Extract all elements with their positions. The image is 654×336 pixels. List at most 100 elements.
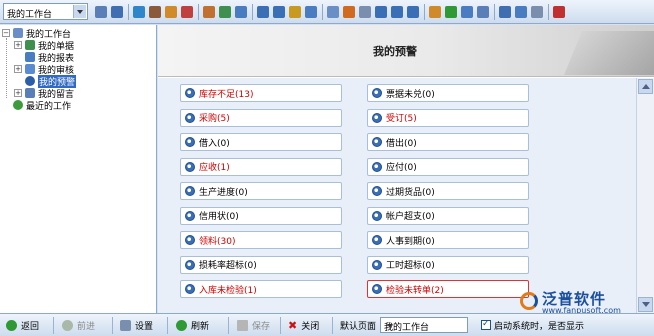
refresh-button[interactable]: 刷新 <box>176 318 209 333</box>
alert-label: 领料(30) <box>199 236 236 247</box>
main-panel: 我的预警 库存不足(13) 票据未兑(0) 采购(5) 受订(5) 借入(0) 借出(0)… <box>158 25 654 313</box>
refresh-icon <box>176 320 187 331</box>
tree-item-alerts[interactable]: 我的预警 <box>25 74 77 88</box>
alert-label: 库存不足(13) <box>199 89 254 100</box>
alert-grid: 库存不足(13) 票据未兑(0) 采购(5) 受订(5) 借入(0) 借出(0) 应收(1)… <box>158 78 636 313</box>
settings-icon <box>120 320 131 331</box>
tree-item-documents[interactable]: + 我的单据 <box>14 39 74 52</box>
tree-item-messages[interactable]: + 我的留言 <box>14 87 74 100</box>
alert-card[interactable]: 应付(0) <box>367 157 529 176</box>
workspace-select-value: 我的工作台 <box>7 10 53 20</box>
exit-icon[interactable] <box>553 6 565 18</box>
separator <box>280 317 281 334</box>
alert-card[interactable]: 应收(1) <box>180 157 342 176</box>
forward-label: 前进 <box>77 322 96 332</box>
page-banner: 我的预警 <box>158 25 654 77</box>
alert-card[interactable]: 入库未检验(1) <box>180 280 342 298</box>
alert-card[interactable]: 人事到期(0) <box>367 231 529 249</box>
alert-card[interactable]: 采购(5) <box>180 108 342 127</box>
tree-root[interactable]: − 我的工作台 <box>2 27 71 40</box>
help-icon[interactable] <box>273 6 285 18</box>
alert-label: 检验未转单(2) <box>386 285 444 296</box>
flag-icon[interactable] <box>181 6 193 18</box>
alert-card[interactable]: 过期货品(0) <box>367 182 529 200</box>
bottom-toolbar: 返回 前进 设置 刷新 保存 ✖ 关闭 默认页面 我的工作台 启动系统时，是否显… <box>0 313 654 336</box>
alert-label: 信用状(0) <box>199 212 239 222</box>
startup-checkbox[interactable] <box>481 319 491 330</box>
image-icon[interactable] <box>219 6 231 18</box>
collapse-icon[interactable]: − <box>2 29 10 37</box>
alert-card[interactable]: 借入(0) <box>180 133 342 151</box>
settings-button[interactable]: 设置 <box>120 318 153 333</box>
gift-icon[interactable] <box>203 6 215 18</box>
scroll-up-icon[interactable] <box>638 79 653 94</box>
alert-card[interactable]: 领料(30) <box>180 231 342 249</box>
tile-icon[interactable] <box>515 6 527 18</box>
alert-card[interactable]: 帐户超支(0) <box>367 206 529 225</box>
alert-card[interactable]: 信用状(0) <box>180 206 342 225</box>
chart-icon[interactable] <box>445 6 457 18</box>
tree-line <box>6 38 7 98</box>
check-icon[interactable] <box>407 6 419 18</box>
keyboard-image <box>564 31 654 75</box>
alarm-clock-icon <box>185 186 195 196</box>
forward-arrow-icon <box>62 320 73 331</box>
arrow-icon[interactable] <box>235 6 247 18</box>
alarm-clock-icon <box>372 284 382 294</box>
tree-item-reports[interactable]: 我的报表 <box>25 51 74 64</box>
new-icon[interactable] <box>95 6 107 18</box>
refresh-icon[interactable] <box>133 6 145 18</box>
alarm-clock-icon <box>185 112 195 123</box>
tree-item-recent[interactable]: 最近的工作 <box>2 99 71 112</box>
report-icon[interactable] <box>343 6 355 18</box>
alarm-clock-icon <box>372 186 382 196</box>
workspace-select[interactable]: 我的工作台 <box>3 3 88 20</box>
doc-icon[interactable] <box>359 6 371 18</box>
alert-card[interactable]: 受订(5) <box>367 108 529 127</box>
back-button[interactable]: 返回 <box>6 318 39 333</box>
clock-icon[interactable] <box>477 6 489 18</box>
vertical-scrollbar[interactable] <box>636 78 654 313</box>
forward-icon[interactable] <box>257 6 269 18</box>
chevron-down-icon[interactable] <box>384 319 396 331</box>
list-icon[interactable] <box>327 6 339 18</box>
close-label: 关闭 <box>301 322 320 332</box>
alert-card[interactable]: 借出(0) <box>367 133 529 151</box>
cart-icon[interactable] <box>305 6 317 18</box>
navigation-tree: − 我的工作台 + 我的单据 我的报表 + 我的审核 我的预警 + 我的留言 最… <box>0 25 157 313</box>
alert-card[interactable]: 生产进度(0) <box>180 182 342 200</box>
alert-card[interactable]: 检验未转单(2) <box>367 280 529 298</box>
forward-button[interactable]: 前进 <box>62 318 95 333</box>
alert-label: 人事到期(0) <box>386 236 435 247</box>
dollar-icon[interactable] <box>289 6 301 18</box>
chevron-down-icon[interactable] <box>73 5 86 18</box>
message-icon <box>25 88 35 98</box>
save-button[interactable]: 保存 <box>237 318 270 333</box>
alert-card[interactable]: 库存不足(13) <box>180 84 342 102</box>
alert-card[interactable]: 票据未兑(0) <box>367 84 529 102</box>
alert-label: 借入(0) <box>199 138 230 149</box>
print-icon[interactable] <box>111 6 123 18</box>
close-button[interactable]: ✖ 关闭 <box>288 318 319 333</box>
pen-icon[interactable] <box>429 6 441 18</box>
note-icon[interactable] <box>375 6 387 18</box>
back-label: 返回 <box>21 322 40 332</box>
expand-icon[interactable]: + <box>14 89 22 97</box>
user-icon[interactable] <box>149 6 161 18</box>
copy-icon[interactable] <box>531 6 543 18</box>
expand-icon[interactable]: + <box>14 41 22 49</box>
back-arrow-icon <box>6 320 17 331</box>
alert-label: 损耗率超标(0) <box>199 261 257 271</box>
alert-card[interactable]: 工时超标(0) <box>367 255 529 274</box>
computer-icon[interactable] <box>461 6 473 18</box>
folder-icon[interactable] <box>165 6 177 18</box>
toolbar-separator <box>128 4 129 20</box>
separator <box>53 317 54 334</box>
default-page-select[interactable]: 我的工作台 <box>380 317 468 333</box>
refresh-label: 刷新 <box>191 322 210 332</box>
alert-card[interactable]: 损耗率超标(0) <box>180 255 342 274</box>
tree-item-approvals[interactable]: + 我的审核 <box>14 63 74 76</box>
calendar-icon[interactable] <box>391 6 403 18</box>
expand-icon[interactable]: + <box>14 65 22 73</box>
window-icon[interactable] <box>499 6 511 18</box>
